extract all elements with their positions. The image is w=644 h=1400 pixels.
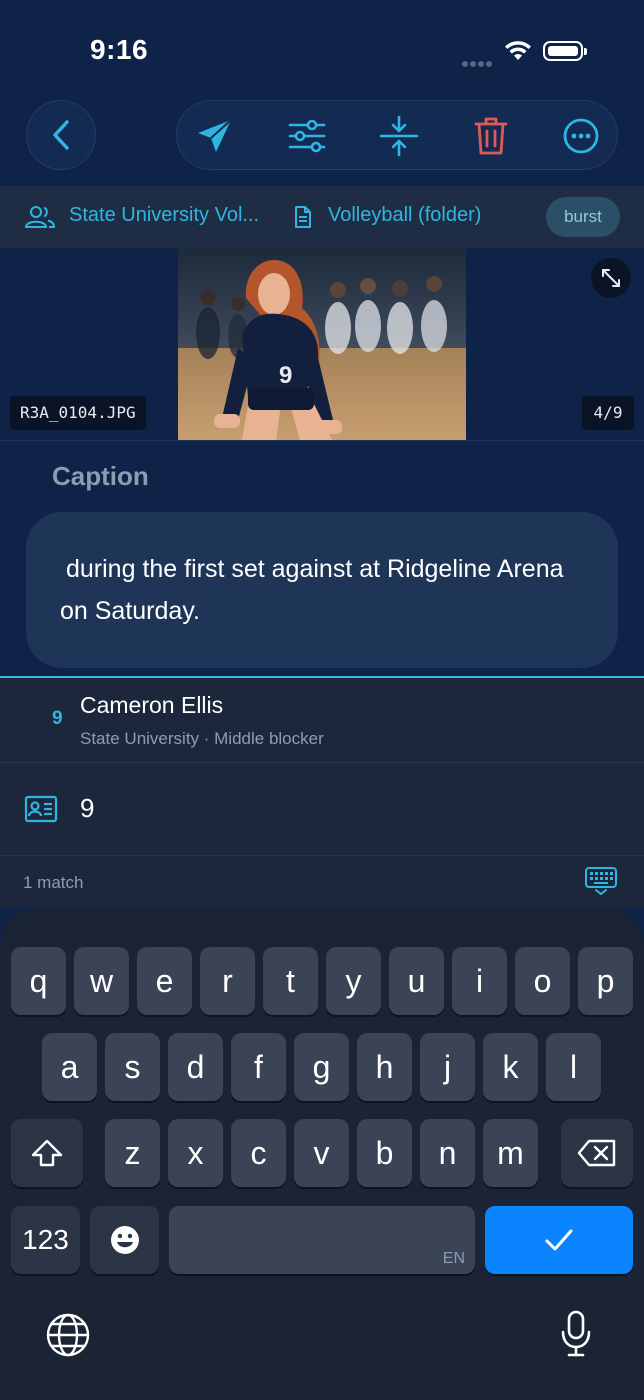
keyboard-dismiss-icon[interactable]	[584, 866, 618, 896]
key-u[interactable]: u	[389, 947, 444, 1015]
key-p[interactable]: p	[578, 947, 633, 1015]
cellular-signal-icon	[462, 54, 494, 72]
shift-key[interactable]	[11, 1119, 83, 1187]
key-b[interactable]: b	[357, 1119, 412, 1187]
key-o[interactable]: o	[515, 947, 570, 1015]
action-toolbar	[176, 100, 618, 170]
suggestion-number: 9	[52, 708, 63, 729]
compress-icon	[379, 115, 419, 157]
globe-icon[interactable]	[46, 1313, 90, 1357]
key-y[interactable]: y	[326, 947, 381, 1015]
folder-link[interactable]: Volleyball (folder)	[328, 204, 481, 227]
document-icon	[295, 206, 311, 228]
key-d[interactable]: d	[168, 1033, 223, 1101]
expand-button[interactable]	[591, 258, 631, 298]
key-a[interactable]: a	[42, 1033, 97, 1101]
player-suggestion-row[interactable]: 9 Cameron Ellis State University · Middl…	[0, 678, 644, 763]
backspace-icon	[577, 1139, 616, 1167]
key-c[interactable]: c	[231, 1119, 286, 1187]
keyboard: q w e r t y u i o p a s d f g h j k l z …	[0, 908, 644, 1400]
key-n[interactable]: n	[420, 1119, 475, 1187]
key-s[interactable]: s	[105, 1033, 160, 1101]
key-x[interactable]: x	[168, 1119, 223, 1187]
volleyball-player-image: 9	[178, 248, 466, 440]
burst-badge[interactable]: burst	[546, 197, 620, 237]
battery-icon	[543, 41, 587, 61]
sliders-icon	[288, 119, 326, 153]
key-v[interactable]: v	[294, 1119, 349, 1187]
status-time: 9:16	[90, 34, 149, 65]
caption-label: Caption	[52, 461, 149, 491]
key-j[interactable]: j	[420, 1033, 475, 1101]
adjust-button[interactable]	[285, 114, 329, 158]
compress-button[interactable]	[377, 114, 421, 158]
match-status-row: 1 match	[0, 856, 644, 908]
photo-preview[interactable]: 9	[178, 248, 466, 440]
emoji-key[interactable]	[90, 1206, 159, 1274]
send-icon	[198, 119, 232, 152]
roster-search-row[interactable]: 9	[0, 763, 644, 856]
wifi-icon	[504, 40, 532, 67]
key-h[interactable]: h	[357, 1033, 412, 1101]
caption-input[interactable]: during the first set against at Ridgelin…	[26, 512, 618, 668]
key-w[interactable]: w	[74, 947, 129, 1015]
keyboard-language: EN	[442, 1250, 465, 1267]
jersey-number: 9	[279, 362, 292, 389]
more-button[interactable]	[559, 114, 603, 158]
key-r[interactable]: r	[200, 947, 255, 1015]
microphone-icon[interactable]	[560, 1310, 592, 1358]
delete-button[interactable]	[469, 114, 513, 158]
numbers-key[interactable]: 123	[11, 1206, 80, 1274]
suggestion-name: Cameron Ellis	[80, 692, 224, 718]
suggestion-subtitle: State University · Middle blocker	[80, 729, 324, 748]
backspace-key[interactable]	[561, 1119, 633, 1187]
trash-icon	[474, 117, 508, 155]
send-button[interactable]	[193, 114, 237, 158]
expand-icon	[602, 269, 620, 287]
match-count: 1 match	[23, 873, 84, 892]
photo-filename: R3A_0104.JPG	[10, 396, 146, 430]
done-key[interactable]	[485, 1206, 633, 1274]
key-t[interactable]: t	[263, 947, 318, 1015]
more-icon	[563, 118, 599, 154]
key-m[interactable]: m	[483, 1119, 538, 1187]
key-z[interactable]: z	[105, 1119, 160, 1187]
key-i[interactable]: i	[452, 947, 507, 1015]
key-g[interactable]: g	[294, 1033, 349, 1101]
shift-icon	[31, 1139, 63, 1167]
chevron-left-icon	[53, 120, 69, 150]
key-q[interactable]: q	[11, 947, 66, 1015]
space-key[interactable]: EN	[169, 1206, 475, 1274]
id-card-icon	[24, 795, 58, 823]
roster-search-input[interactable]: 9	[80, 793, 94, 824]
checkmark-icon	[545, 1229, 573, 1251]
people-icon	[24, 206, 56, 228]
photo-counter: 4/9	[582, 396, 634, 430]
key-e[interactable]: e	[137, 947, 192, 1015]
key-k[interactable]: k	[483, 1033, 538, 1101]
team-link[interactable]: State University Vol...	[69, 204, 259, 227]
emoji-icon	[110, 1226, 139, 1254]
back-button[interactable]	[26, 100, 96, 170]
key-l[interactable]: l	[546, 1033, 601, 1101]
key-f[interactable]: f	[231, 1033, 286, 1101]
